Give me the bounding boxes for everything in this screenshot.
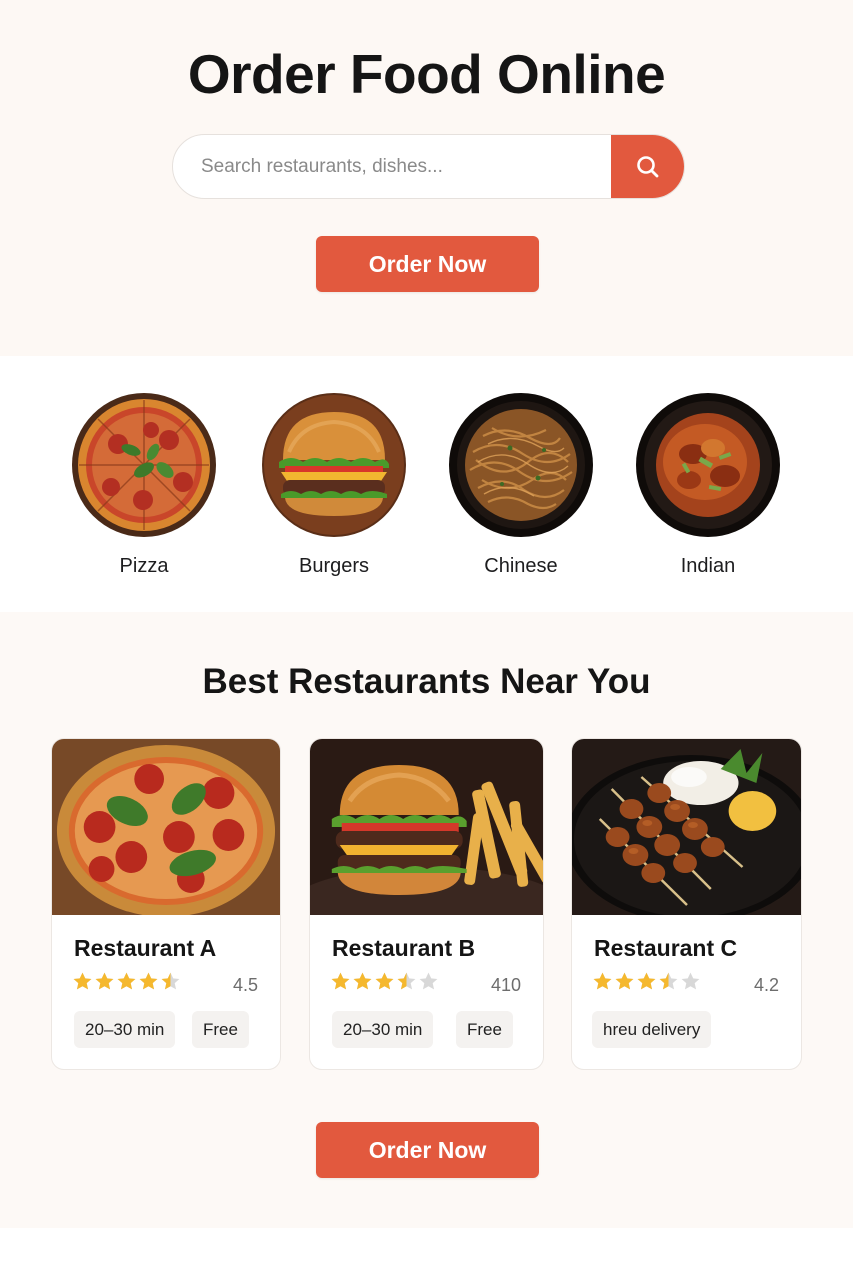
delivery-time-badge: 20–30 min	[74, 1011, 176, 1048]
star-icon	[353, 972, 372, 990]
category-label: Indian	[680, 555, 736, 577]
star-icon	[419, 972, 438, 990]
search-button[interactable]	[611, 135, 684, 198]
category-pizza[interactable]: Pizza	[69, 392, 219, 578]
rating-value: 4.2	[753, 975, 779, 995]
star-icon	[593, 972, 612, 990]
star-icon	[397, 972, 416, 990]
order-now-button[interactable]: Order Now	[316, 236, 539, 292]
page-title: Order Food Online	[187, 43, 666, 105]
star-icon	[95, 972, 114, 990]
category-label: Chinese	[484, 555, 558, 577]
star-icon	[637, 972, 656, 990]
search-icon	[636, 155, 658, 177]
restaurant-card[interactable]: Restaurant B 410 20–30 min Free	[309, 738, 544, 1070]
delivery-fee-badge: Free	[192, 1011, 249, 1048]
skewers-rice-photo	[572, 739, 801, 915]
category-burgers[interactable]: Burgers	[259, 392, 409, 578]
restaurant-name: Restaurant B	[332, 935, 476, 961]
star-icon	[681, 972, 700, 990]
star-icon	[331, 972, 350, 990]
burger-image	[262, 393, 406, 537]
category-indian[interactable]: Indian	[633, 392, 783, 578]
rating-value: 410	[490, 975, 521, 995]
burger-fries-photo	[310, 739, 543, 915]
search-bar	[172, 134, 685, 199]
pizza-photo	[52, 739, 280, 915]
restaurant-card[interactable]: Restaurant C 4.2 hreu delivery	[571, 738, 802, 1070]
category-chinese[interactable]: Chinese	[446, 392, 596, 578]
noodles-image	[449, 393, 593, 537]
star-rating	[592, 971, 701, 992]
restaurant-card[interactable]: Restaurant A 4.5 20–30 min Free	[51, 738, 281, 1070]
star-rating	[330, 971, 439, 992]
categories-section: Pizza Burgers Chinese Indian	[0, 356, 853, 612]
order-now-button-bottom[interactable]: Order Now	[316, 1122, 539, 1178]
search-input[interactable]	[173, 135, 613, 198]
delivery-time-badge: 20–30 min	[332, 1011, 434, 1048]
curry-image	[636, 393, 780, 537]
pizza-image	[72, 393, 216, 537]
restaurant-name: Restaurant A	[74, 935, 217, 961]
star-icon	[73, 972, 92, 990]
star-icon	[161, 972, 180, 990]
hero-section: Order Food Online Order Now	[0, 0, 853, 356]
restaurant-name: Restaurant C	[594, 935, 738, 961]
star-icon	[375, 972, 394, 990]
delivery-badge: hreu delivery	[592, 1011, 712, 1048]
category-label: Burgers	[298, 555, 370, 577]
star-icon	[139, 972, 158, 990]
star-icon	[659, 972, 678, 990]
star-icon	[117, 972, 136, 990]
restaurants-section: Best Restaurants Near You Restaurant A 4…	[0, 612, 853, 1228]
section-title: Best Restaurants Near You	[202, 662, 651, 701]
star-rating	[72, 971, 181, 992]
rating-value: 4.5	[232, 975, 258, 995]
delivery-fee-badge: Free	[456, 1011, 513, 1048]
category-label: Pizza	[119, 555, 169, 577]
star-icon	[615, 972, 634, 990]
